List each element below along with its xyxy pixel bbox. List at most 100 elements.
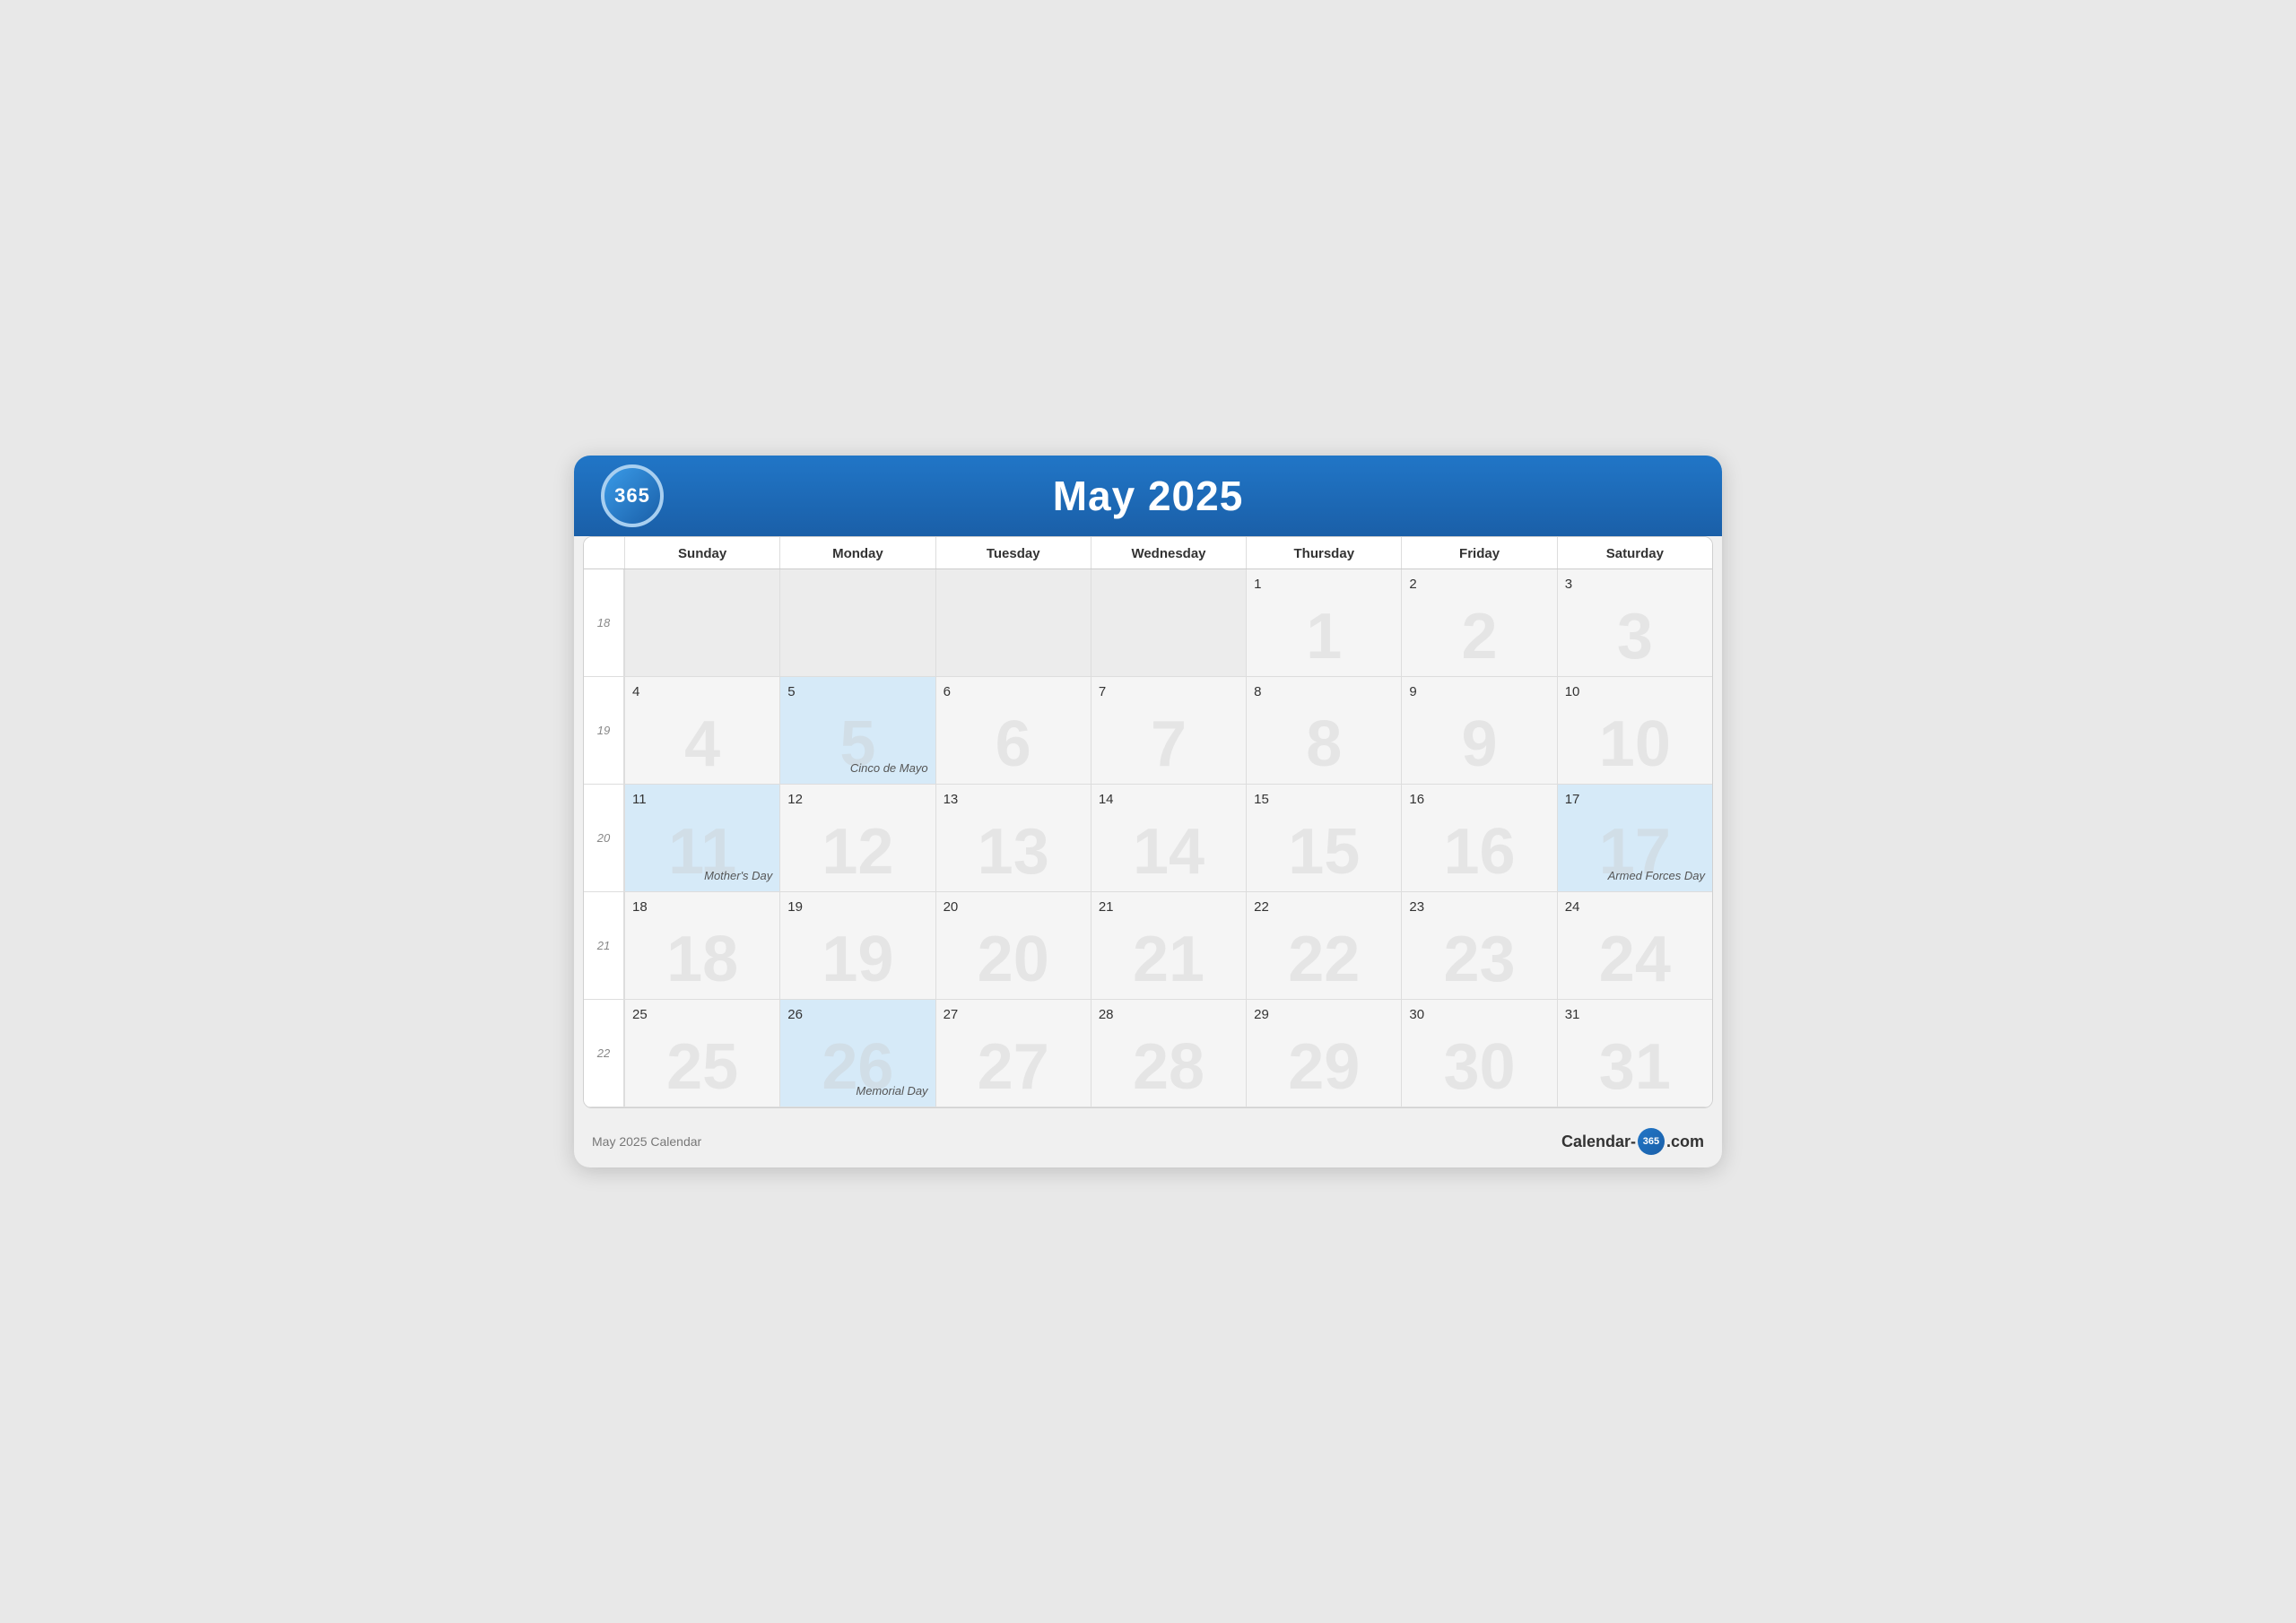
dow-friday: Friday	[1401, 537, 1556, 568]
week-number-2: 20	[584, 785, 624, 892]
week-num-header	[584, 537, 624, 568]
footer-brand: Calendar- 365 .com	[1561, 1128, 1704, 1155]
calendar-footer: May 2025 Calendar Calendar- 365 .com	[574, 1117, 1722, 1159]
day-bg-number: 1	[1306, 604, 1342, 669]
day-cell-22[interactable]: 2222	[1246, 892, 1401, 1000]
day-cell-26[interactable]: 2626Memorial Day	[779, 1000, 935, 1107]
logo-text: 365	[614, 484, 650, 508]
day-bg-number: 8	[1306, 712, 1342, 777]
day-number: 23	[1409, 899, 1549, 915]
day-cell-6[interactable]: 66	[935, 677, 1091, 785]
day-cell-21[interactable]: 21 21	[1091, 892, 1246, 1000]
day-number: 30	[1409, 1007, 1549, 1022]
footer-365-badge: 365	[1638, 1128, 1665, 1155]
day-cell-19[interactable]: 1919	[779, 892, 935, 1000]
day-cell-31[interactable]: 31 31	[1557, 1000, 1712, 1107]
calendar-header: 365 May 2025	[574, 456, 1722, 536]
week-number-4: 22	[584, 1000, 624, 1107]
day-bg-number: 27	[978, 1035, 1049, 1099]
day-cell-27[interactable]: 2727	[935, 1000, 1091, 1107]
day-bg-number: 13	[978, 820, 1049, 884]
day-bg-number: 23	[1444, 927, 1516, 992]
day-number: 15	[1254, 792, 1394, 807]
week-number-3: 21	[584, 892, 624, 1000]
day-cell-empty[interactable]	[935, 569, 1091, 677]
day-number: 12	[787, 792, 927, 807]
dow-monday: Monday	[779, 537, 935, 568]
footer-label: May 2025 Calendar	[592, 1134, 701, 1149]
day-event: Mother's Day	[704, 869, 772, 882]
day-event: Cinco de Mayo	[850, 761, 928, 775]
day-bg-number: 9	[1462, 712, 1498, 777]
day-cell-7[interactable]: 77	[1091, 677, 1246, 785]
day-bg-number: 18	[666, 927, 738, 992]
week-number-1: 19	[584, 677, 624, 785]
dow-wednesday: Wednesday	[1091, 537, 1246, 568]
day-cell-empty[interactable]	[779, 569, 935, 677]
day-cell-8[interactable]: 88	[1246, 677, 1401, 785]
day-bg-number: 4	[684, 712, 720, 777]
day-bg-number: 3	[1617, 604, 1653, 669]
day-number: 7	[1099, 684, 1239, 699]
day-number: 11	[632, 792, 772, 807]
calendar-grid: 18112233194455Cinco de Mayo6677889910102…	[584, 569, 1712, 1107]
dow-tuesday: Tuesday	[935, 537, 1091, 568]
day-number: 20	[944, 899, 1083, 915]
day-number: 21	[1099, 899, 1239, 915]
day-bg-number: 30	[1444, 1035, 1516, 1099]
day-cell-5[interactable]: 55Cinco de Mayo	[779, 677, 935, 785]
day-bg-number: 31	[1599, 1035, 1671, 1099]
day-cell-15[interactable]: 1515	[1246, 785, 1401, 892]
days-of-week-row: Sunday Monday Tuesday Wednesday Thursday…	[584, 537, 1712, 569]
day-number: 19	[787, 899, 927, 915]
day-cell-empty[interactable]	[624, 569, 779, 677]
day-number: 9	[1409, 684, 1549, 699]
dow-saturday: Saturday	[1557, 537, 1712, 568]
day-cell-12[interactable]: 1212	[779, 785, 935, 892]
day-cell-13[interactable]: 1313	[935, 785, 1091, 892]
logo-circle: 365	[601, 464, 664, 527]
footer-brand-prefix: Calendar-	[1561, 1133, 1636, 1151]
day-bg-number: 25	[666, 1035, 738, 1099]
day-cell-empty[interactable]	[1091, 569, 1246, 677]
day-cell-3[interactable]: 33	[1557, 569, 1712, 677]
day-cell-24[interactable]: 2424	[1557, 892, 1712, 1000]
day-number: 31	[1565, 1007, 1705, 1022]
day-number: 4	[632, 684, 772, 699]
day-number: 18	[632, 899, 772, 915]
day-cell-4[interactable]: 44	[624, 677, 779, 785]
day-cell-2[interactable]: 22	[1401, 569, 1556, 677]
day-number: 8	[1254, 684, 1394, 699]
calendar-title: May 2025	[601, 472, 1695, 520]
week-number-0: 18	[584, 569, 624, 677]
day-bg-number: 15	[1288, 820, 1360, 884]
day-cell-16[interactable]: 1616	[1401, 785, 1556, 892]
day-number: 1	[1254, 577, 1394, 592]
day-bg-number: 10	[1599, 712, 1671, 777]
day-cell-1[interactable]: 11	[1246, 569, 1401, 677]
day-number: 16	[1409, 792, 1549, 807]
day-number: 5	[787, 684, 927, 699]
day-number: 6	[944, 684, 1083, 699]
day-cell-10[interactable]: 1010	[1557, 677, 1712, 785]
day-cell-11[interactable]: 1111Mother's Day	[624, 785, 779, 892]
dow-thursday: Thursday	[1246, 537, 1401, 568]
day-number: 28	[1099, 1007, 1239, 1022]
day-cell-29[interactable]: 2929	[1246, 1000, 1401, 1107]
day-event: Armed Forces Day	[1608, 869, 1705, 882]
day-cell-28[interactable]: 28 28	[1091, 1000, 1246, 1107]
day-number: 3	[1565, 577, 1705, 592]
day-cell-18[interactable]: 1818	[624, 892, 779, 1000]
day-number: 2	[1409, 577, 1549, 592]
day-bg-number: 21	[1133, 927, 1205, 992]
day-bg-number: 6	[996, 712, 1031, 777]
day-cell-20[interactable]: 2020	[935, 892, 1091, 1000]
day-cell-23[interactable]: 23 23	[1401, 892, 1556, 1000]
day-cell-25[interactable]: 2525	[624, 1000, 779, 1107]
day-cell-30[interactable]: 30 30	[1401, 1000, 1556, 1107]
day-bg-number: 28	[1133, 1035, 1205, 1099]
day-cell-9[interactable]: 99	[1401, 677, 1556, 785]
day-cell-17[interactable]: 1717Armed Forces Day	[1557, 785, 1712, 892]
day-cell-14[interactable]: 1414	[1091, 785, 1246, 892]
dow-sunday: Sunday	[624, 537, 779, 568]
